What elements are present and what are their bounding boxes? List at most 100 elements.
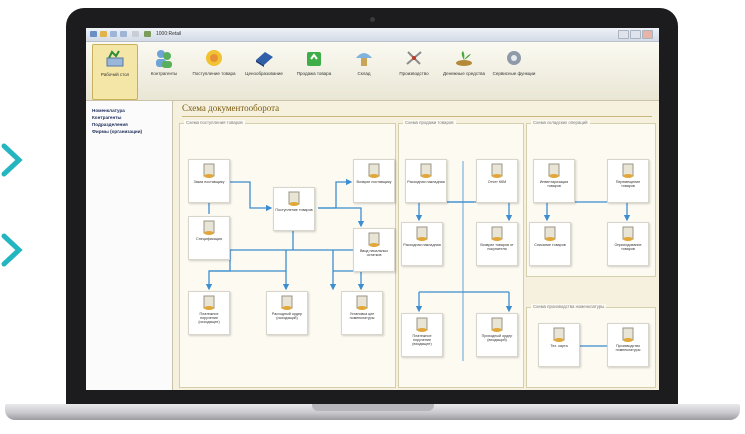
node-label: Расходная накладная (403, 243, 441, 247)
node-incoming-payment-order[interactable]: Платежное поручение (входящее) (401, 313, 443, 357)
toolbar-sales[interactable]: Продажа товара (292, 44, 336, 98)
document-icon (553, 327, 565, 342)
node-label: Возврат товаров от покупателя (480, 243, 514, 252)
document-icon (203, 220, 215, 235)
app-window: 1000:Retail Рабочий стол Контрагенты Пос… (86, 28, 659, 390)
node-label: Платежное поручение (исходящее) (198, 312, 220, 325)
sidebar-item-contractors[interactable]: Контрагенты (92, 115, 121, 120)
document-icon (416, 226, 428, 241)
node-label: Возврат поставщику (356, 180, 392, 184)
app-menu-icon[interactable] (90, 31, 97, 37)
node-label: Оприходование товаров (614, 243, 642, 252)
document-icon (622, 226, 634, 241)
toolbar-label: Рабочий стол (100, 72, 130, 77)
document-icon (203, 163, 215, 178)
document-icon (544, 226, 556, 241)
toolbar-desktop[interactable]: Рабочий стол (92, 44, 138, 100)
document-icon (491, 317, 503, 332)
node-goods-receipt[interactable]: Поступление товаров (273, 187, 315, 231)
toolbar-warehouse[interactable]: Склад (342, 44, 386, 98)
node-production-nomenclature[interactable]: Производство номенклатуры (607, 323, 649, 367)
node-label: Спецификация (196, 237, 222, 241)
sidebar-item-nomenclature[interactable]: Номенклатура (92, 108, 125, 113)
node-goods-transfer[interactable]: Перемещение товаров (607, 159, 649, 203)
node-incoming-cash-order[interactable]: Приходный ордер (входящий) (476, 313, 518, 357)
toolbar-label: Производство (399, 71, 429, 76)
save-icon[interactable] (100, 31, 107, 37)
node-label: Списание товаров (534, 243, 566, 247)
document-icon (368, 163, 380, 178)
document-icon (288, 191, 300, 206)
toolbar-production[interactable]: Производство (392, 44, 436, 98)
node-label: Ввод начальных остатков (359, 249, 389, 258)
document-icon (368, 232, 380, 247)
sidebar: Номенклатура Контрагенты Подразделения Ф… (86, 101, 173, 390)
toolbar-label: Склад (357, 71, 371, 76)
node-sales-invoice-top[interactable]: Расходная накладная (405, 159, 447, 203)
node-label: Поступление товаров (275, 208, 313, 212)
node-goods-posting[interactable]: Оприходование товаров (607, 222, 649, 266)
toolbar-contractors[interactable]: Контрагенты (142, 44, 186, 98)
node-label: Расходный ордер (исходящий) (271, 312, 303, 321)
node-inventory-count[interactable]: Инвентаризация товаров (533, 159, 575, 203)
maximize-button[interactable] (630, 30, 641, 39)
document-icon (548, 163, 560, 178)
document-icon (356, 295, 368, 310)
node-specification[interactable]: Спецификация (188, 216, 230, 260)
node-return-to-supplier[interactable]: Возврат поставщику (353, 159, 395, 203)
node-label: Производство номенклатуры (615, 344, 641, 353)
title-bar: 1000:Retail (86, 28, 659, 42)
toolbar-label: Поступление товара (192, 71, 236, 76)
node-sales-invoice[interactable]: Расходная накладная (401, 222, 443, 266)
node-tech-card[interactable]: Тех. карта (538, 323, 580, 367)
dropdown-icon[interactable] (132, 31, 139, 37)
minimize-button[interactable] (618, 30, 629, 39)
node-supplier-order[interactable]: Заказ поставщику (188, 159, 230, 203)
node-label: Отчет ККМ (487, 180, 507, 184)
document-flow-panel: Схема документооборота Схема поступления… (173, 101, 659, 390)
node-label: Перемещение товаров (615, 180, 641, 189)
node-goods-write-off[interactable]: Списание товаров (529, 222, 571, 266)
document-icon (491, 226, 503, 241)
node-outgoing-payment-order[interactable]: Платежное поручение (исходящее) (188, 291, 230, 335)
node-label: Заказ поставщику (193, 180, 225, 184)
node-label: Инвентаризация товаров (539, 180, 569, 189)
document-icon (622, 163, 634, 178)
users-icon (156, 50, 172, 68)
desktop-icon (106, 50, 124, 67)
node-label: Платежное поручение (входящее) (412, 334, 432, 347)
document-icon (622, 327, 634, 342)
node-cash-register-report[interactable]: Отчет ККМ (476, 159, 518, 203)
node-customer-return[interactable]: Возврат товаров от покупателя (476, 222, 518, 266)
document-icon (281, 295, 293, 310)
toolbar-money[interactable]: Денежные средства (442, 44, 486, 98)
toolbar-label: Сервисные функции (492, 71, 536, 76)
node-label: Установка цен номенклатуры (349, 312, 375, 321)
close-button[interactable] (642, 30, 653, 39)
document-icon (416, 317, 428, 332)
node-outgoing-cash-order[interactable]: Расходный ордер (исходящий) (266, 291, 308, 335)
document-icon (420, 163, 432, 178)
service-icon (507, 51, 521, 65)
laptop-camera (370, 17, 375, 22)
node-price-setting[interactable]: Установка цен номенклатуры (341, 291, 383, 335)
toolbar-incoming-goods[interactable]: Поступление товара (192, 44, 236, 98)
pricing-icon (256, 52, 273, 67)
document-icon (491, 163, 503, 178)
money-icon (456, 51, 472, 66)
toolbar-label: Продажа товара (296, 71, 332, 76)
node-label: Тех. карта (550, 344, 568, 348)
redo-icon[interactable] (120, 31, 127, 37)
chevron-brand-icon (1, 143, 23, 267)
window-title: 1000:Retail (156, 31, 182, 37)
warehouse-icon (356, 53, 372, 66)
toolbar-service[interactable]: Сервисные функции (492, 44, 536, 98)
sidebar-item-firms[interactable]: Фирмы (организации) (92, 129, 142, 134)
node-opening-balances[interactable]: Ввод начальных остатков (353, 228, 395, 272)
sidebar-item-departments[interactable]: Подразделения (92, 122, 128, 127)
undo-icon[interactable] (110, 31, 117, 37)
toolbar-pricing[interactable]: Ценообразование (242, 44, 286, 98)
main-toolbar: Рабочий стол Контрагенты Поступление тов… (86, 42, 659, 101)
app-logo-icon (144, 31, 151, 37)
toolbar-label: Контрагенты (150, 71, 178, 76)
